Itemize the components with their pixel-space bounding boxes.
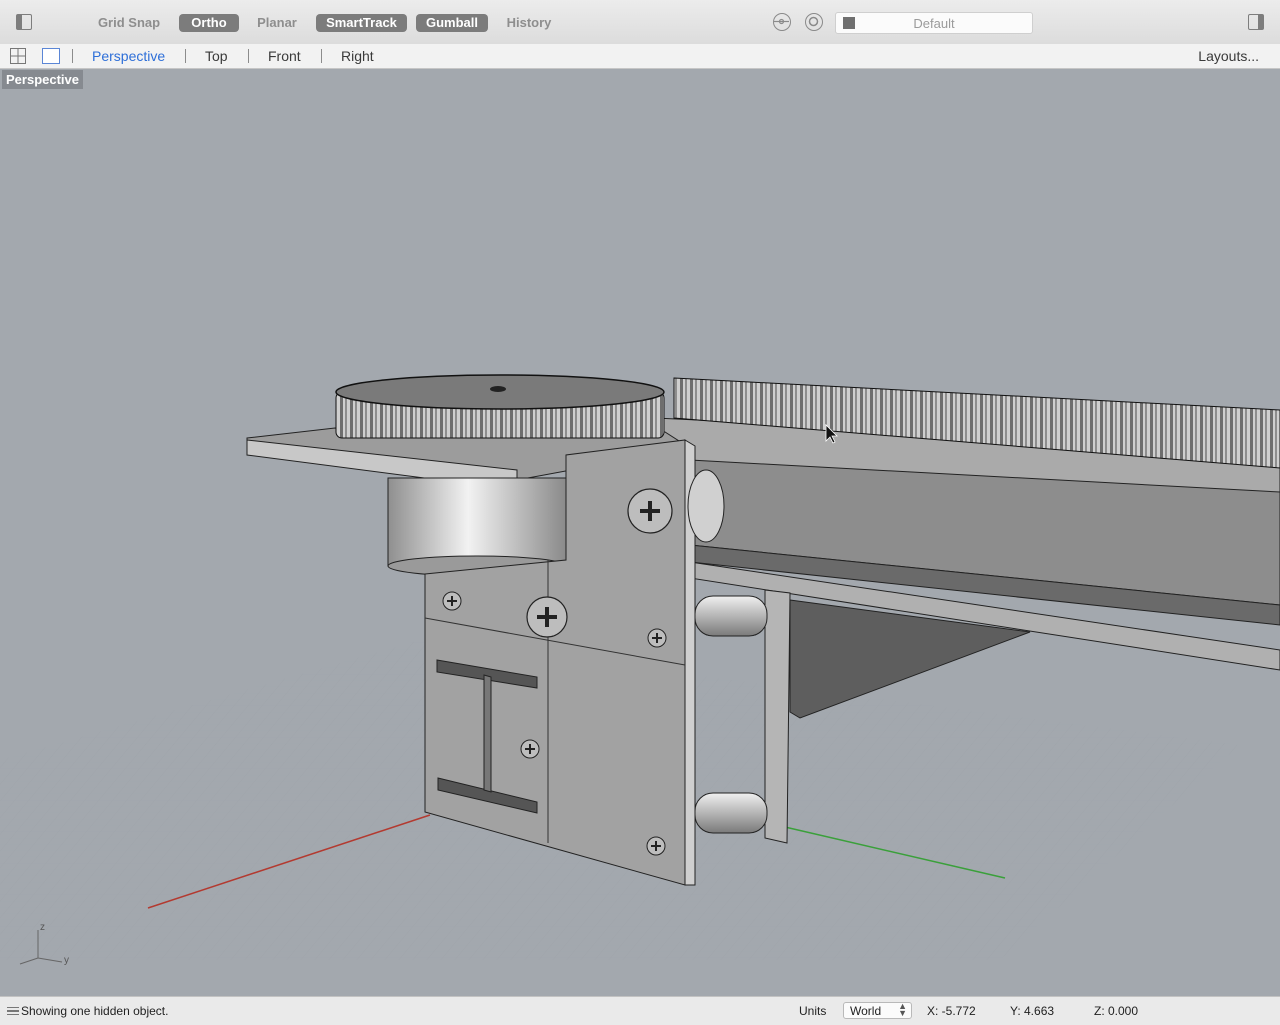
tab-perspective[interactable]: Perspective bbox=[92, 48, 165, 64]
units-label: Units bbox=[799, 1004, 827, 1018]
motor-cylinder[interactable] bbox=[387, 477, 567, 577]
smarttrack-button[interactable]: SmartTrack bbox=[316, 14, 407, 32]
z-axis-label: z bbox=[40, 922, 45, 933]
ortho-button[interactable]: Ortho bbox=[179, 14, 239, 32]
layer-selector[interactable]: Default bbox=[835, 12, 1033, 34]
left-sidebar-toggle-icon[interactable] bbox=[16, 14, 32, 30]
tab-front[interactable]: Front bbox=[268, 48, 301, 64]
perspective-viewport[interactable]: z y Perspective bbox=[0, 68, 1280, 996]
units-select[interactable]: World ▲ ▼ bbox=[843, 1002, 912, 1019]
history-button[interactable]: History bbox=[503, 14, 555, 32]
command-history-icon[interactable] bbox=[7, 1007, 19, 1015]
status-message: Showing one hidden object. bbox=[21, 1004, 169, 1018]
planar-button[interactable]: Planar bbox=[253, 14, 301, 32]
rail-beam[interactable] bbox=[654, 417, 1280, 719]
y-axis-label: y bbox=[64, 955, 69, 966]
separator bbox=[248, 49, 249, 63]
viewport-tab-bar: Perspective Top Front Right Layouts... bbox=[0, 44, 1280, 69]
layer-name: Default bbox=[913, 16, 955, 31]
z-coordinate: Z: 0.000 bbox=[1094, 1004, 1139, 1018]
four-viewports-icon[interactable] bbox=[10, 48, 26, 64]
x-coordinate: X: -5.772 bbox=[927, 1004, 976, 1018]
select-arrows-icon: ▲ ▼ bbox=[898, 1001, 907, 1018]
viewport-title[interactable]: Perspective bbox=[2, 70, 83, 89]
osnap-target-icon[interactable] bbox=[805, 13, 823, 31]
layouts-button[interactable]: Layouts... bbox=[1198, 48, 1259, 64]
status-bar: Showing one hidden object. Units World ▲… bbox=[0, 996, 1280, 1025]
separator bbox=[185, 49, 186, 63]
separator bbox=[72, 49, 73, 63]
object-snap-icon[interactable] bbox=[773, 13, 791, 31]
separator bbox=[321, 49, 322, 63]
grid-snap-button[interactable]: Grid Snap bbox=[96, 14, 162, 32]
spur-gear[interactable] bbox=[335, 374, 665, 439]
units-value: World bbox=[850, 1004, 882, 1018]
tab-right[interactable]: Right bbox=[341, 48, 374, 64]
gumball-button[interactable]: Gumball bbox=[416, 14, 488, 32]
single-viewport-icon[interactable] bbox=[42, 48, 60, 64]
y-coordinate: Y: 4.663 bbox=[1010, 1004, 1055, 1018]
right-sidebar-toggle-icon[interactable] bbox=[1248, 14, 1264, 30]
main-toolbar: Grid Snap Ortho Planar SmartTrack Gumbal… bbox=[0, 0, 1280, 45]
tab-top[interactable]: Top bbox=[205, 48, 228, 64]
model-scene[interactable] bbox=[0, 68, 1280, 996]
